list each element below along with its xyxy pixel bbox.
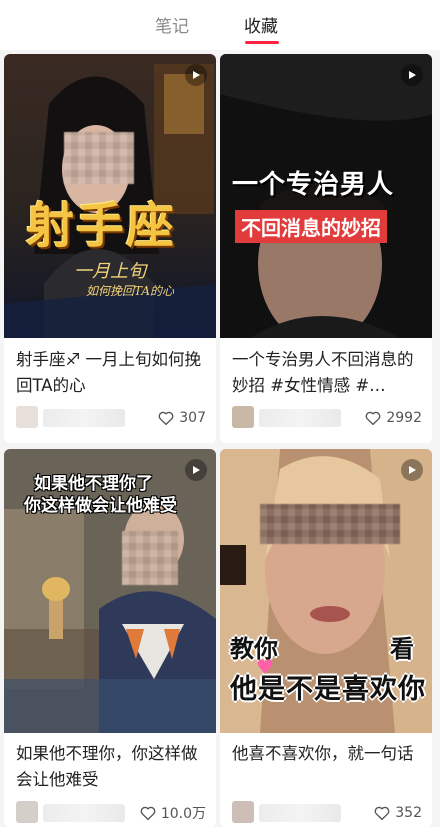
heart-icon (140, 806, 156, 821)
post-title[interactable]: 一个专治男人不回消息的妙招 #女性情感 #… (232, 347, 422, 399)
post-footer: 307 (16, 406, 206, 430)
avatar[interactable] (232, 801, 254, 823)
post-footer: 2992 (232, 406, 422, 430)
post-footer: 10.0万 (16, 801, 206, 825)
author-name[interactable] (43, 409, 125, 427)
play-icon (401, 459, 423, 481)
avatar[interactable] (16, 406, 38, 428)
cover-subheadline-text: 不回消息的妙招 (235, 210, 387, 243)
like-count: 10.0万 (160, 806, 206, 822)
author-name[interactable] (43, 804, 125, 822)
like-count: 2992 (386, 410, 422, 426)
like-count: 352 (395, 805, 422, 821)
play-icon (185, 459, 207, 481)
play-icon (185, 64, 207, 86)
cover-subheadline-text: 你这样做会让他难受 (24, 496, 177, 516)
tab-bar: 笔记 收藏 (0, 0, 440, 50)
like-button[interactable]: 352 (373, 802, 422, 824)
post-card-1[interactable]: 射手座 一月上旬 如何挽回TA的心 射手座♐ 一月上旬如何挽回TA的心 307 (4, 54, 216, 443)
post-card-2[interactable]: 一个专治男人 不回消息的妙招 一个专治男人不回消息的妙招 #女性情感 #… 29… (220, 54, 432, 443)
post-cover-3[interactable]: 如果他不理你了 你这样做会让他难受 (4, 449, 216, 733)
cover-title-text: 射手座 (26, 198, 177, 254)
cover-subheadline-text: 他是不是喜欢你 (230, 674, 426, 705)
post-cover-1[interactable]: 射手座 一月上旬 如何挽回TA的心 (4, 54, 216, 338)
avatar[interactable] (16, 801, 38, 823)
post-title[interactable]: 他喜不喜欢你，就一句话 (232, 741, 422, 767)
like-button[interactable]: 10.0万 (139, 802, 206, 824)
author-name[interactable] (259, 804, 341, 822)
like-button[interactable]: 307 (157, 407, 206, 429)
post-card-3[interactable]: 如果他不理你了 你这样做会让他难受 如果他不理你，你这样做会让他难受 10.0万 (4, 449, 216, 827)
post-cover-4[interactable]: 教你 看 ♥ 他是不是喜欢你 (220, 449, 432, 733)
cover-caption-text: 如何挽回TA的心 (86, 284, 175, 298)
heart-icon (374, 806, 390, 821)
blurred-face (260, 504, 400, 544)
cover-headline-text: 一个专治男人 (232, 170, 395, 200)
blurred-face (64, 132, 134, 184)
post-card-4[interactable]: 教你 看 ♥ 他是不是喜欢你 他喜不喜欢你，就一句话 352 (220, 449, 432, 827)
play-icon (401, 64, 423, 86)
cover-subtitle-text: 一月上旬 (74, 261, 146, 282)
avatar[interactable] (232, 406, 254, 428)
post-cover-2[interactable]: 一个专治男人 不回消息的妙招 (220, 54, 432, 338)
cover-headline-text-2: 看 (390, 635, 414, 663)
post-title[interactable]: 射手座♐ 一月上旬如何挽回TA的心 (16, 347, 206, 399)
blurred-face (122, 531, 178, 585)
tab-favorites[interactable]: 收藏 (244, 12, 278, 37)
heart-icon (365, 411, 381, 426)
tab-notes[interactable]: 笔记 (155, 12, 189, 37)
post-footer: 352 (232, 801, 422, 825)
post-title[interactable]: 如果他不理你，你这样做会让他难受 (16, 741, 206, 793)
author-name[interactable] (259, 409, 341, 427)
heart-icon (158, 411, 174, 426)
active-tab-indicator (245, 41, 279, 44)
like-button[interactable]: 2992 (364, 407, 422, 429)
like-count: 307 (179, 410, 206, 426)
